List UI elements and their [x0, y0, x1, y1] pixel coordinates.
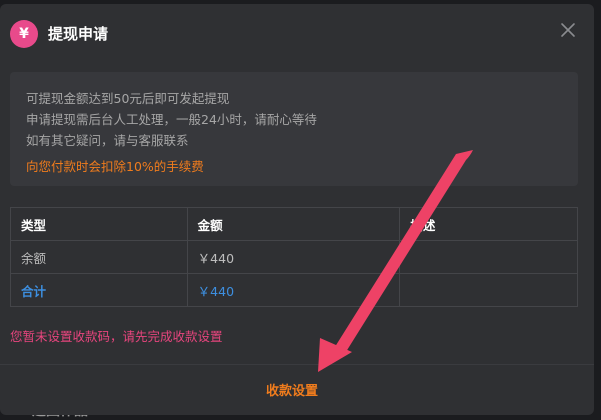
yen-icon: ¥ [10, 20, 38, 48]
table-row: 余额 ￥440 [10, 240, 578, 274]
cell-amount: ￥440 [186, 240, 401, 274]
payment-settings-button[interactable]: 收款设置 [266, 380, 318, 399]
dialog-header: ¥ 提现申请 [0, 4, 594, 60]
total-desc [399, 273, 578, 307]
withdraw-table: 类型 金额 描述 余额 ￥440 合计 ￥440 [10, 207, 578, 307]
total-label: 合计 [10, 273, 188, 307]
info-line-contact: 如有其它疑问，请与客服联系 [26, 133, 189, 148]
dialog-title: 提现申请 [48, 25, 109, 43]
cell-type: 余额 [10, 240, 188, 274]
column-header-type: 类型 [10, 207, 188, 241]
info-line-processing: 申请提现需后台人工处理，一般24小时，请耐心等待 [26, 112, 317, 127]
withdraw-dialog: ¥ 提现申请 可提现金额达到50元后即可发起提现 申请提现需后台人工处理，一般2… [0, 4, 594, 415]
footer-divider [0, 364, 594, 365]
info-line-min-amount: 可提现金额达到50元后即可发起提现 [26, 91, 230, 106]
info-box: 可提现金额达到50元后即可发起提现 申请提现需后台人工处理，一般24小时，请耐心… [10, 72, 578, 186]
total-amount: ￥440 [186, 273, 401, 307]
cell-desc [399, 240, 578, 274]
table-total-row: 合计 ￥440 [10, 273, 578, 307]
column-header-amount: 金额 [186, 207, 401, 241]
close-icon[interactable] [556, 18, 580, 42]
table-header-row: 类型 金额 描述 [10, 207, 578, 241]
fee-warning: 向您付款时会扣除10%的手续费 [26, 159, 204, 174]
payment-code-notice: 您暂未设置收款码，请先完成收款设置 [10, 329, 223, 344]
column-header-desc: 描述 [399, 207, 578, 241]
